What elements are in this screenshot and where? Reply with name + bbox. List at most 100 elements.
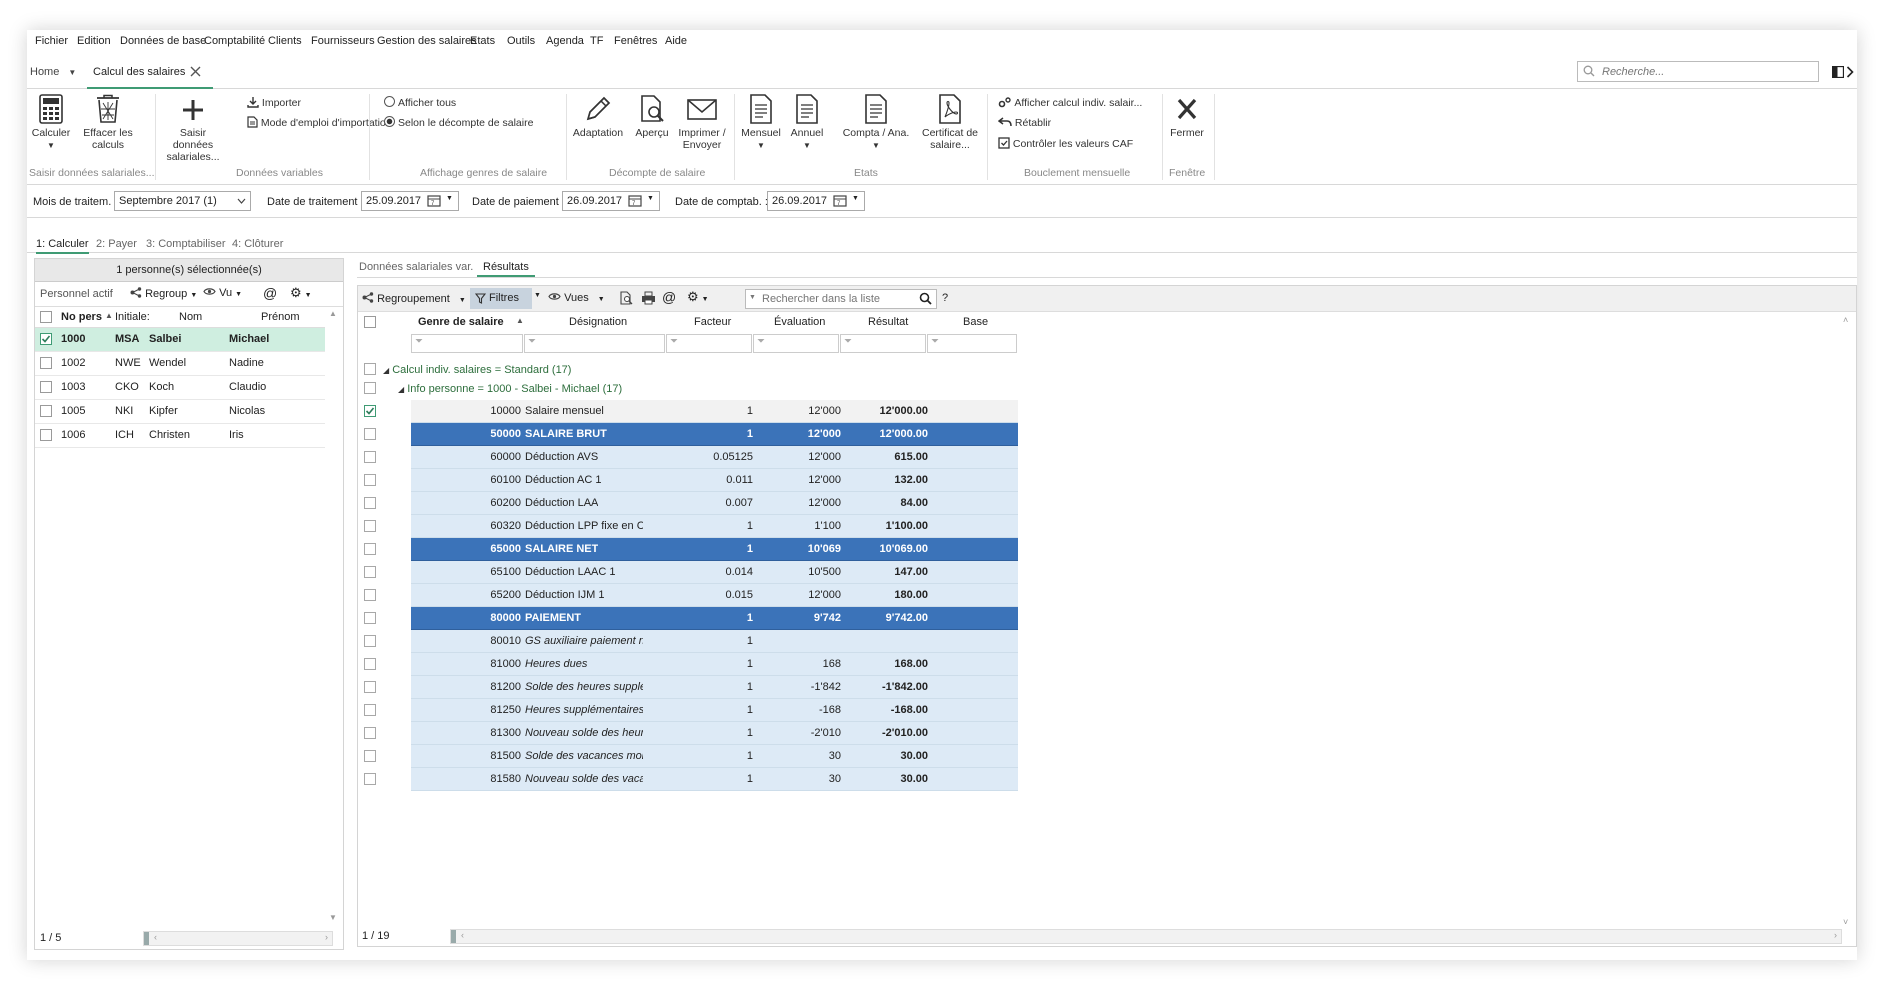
subtotal-row[interactable]: 50000 SALAIRE BRUT 1 12'000 12'000.00: [411, 423, 1018, 446]
results-h-scrollbar[interactable]: ‹ ›: [450, 929, 1842, 944]
window-layout-icon[interactable]: [1832, 66, 1844, 78]
search-icon[interactable]: [919, 292, 932, 305]
row-checkbox[interactable]: [364, 520, 376, 532]
email-icon[interactable]: @: [263, 285, 277, 301]
comptab-date-field[interactable]: 26.09.2017 7 ▼: [767, 191, 865, 211]
step-tab-cloturer[interactable]: 4: Clôturer: [232, 238, 283, 250]
tab-resultats[interactable]: Résultats: [477, 259, 535, 277]
row-checkbox[interactable]: [40, 357, 52, 369]
row-checkbox[interactable]: [364, 612, 376, 624]
chevron-down-icon[interactable]: ▼: [647, 195, 654, 202]
select-all-checkbox[interactable]: [40, 311, 52, 323]
email-icon[interactable]: @: [662, 289, 676, 305]
chevron-down-icon[interactable]: ▼: [446, 195, 453, 202]
imprimer-envoyer-button[interactable]: Imprimer / Envoyer: [677, 94, 727, 151]
table-row[interactable]: 81300 Nouveau solde des heures sup 1 -2'010…: [411, 722, 1018, 745]
employee-row[interactable]: 1006 ICH Christen Iris: [35, 424, 325, 448]
table-row[interactable]: 81000 Heures dues 1 168 168.00: [411, 653, 1018, 676]
column-header-genre[interactable]: Genre de salaire: [418, 316, 504, 328]
row-checkbox[interactable]: [40, 429, 52, 441]
row-checkbox[interactable]: [40, 381, 52, 393]
chevron-right-icon[interactable]: [1846, 66, 1854, 78]
column-header-initiales[interactable]: Initiale:: [115, 311, 150, 323]
close-icon[interactable]: [190, 66, 201, 77]
list-search[interactable]: ▼: [745, 289, 937, 309]
menu-fournisseurs[interactable]: Fournisseurs: [311, 35, 375, 47]
menu-donnees-de-base[interactable]: Données de base: [120, 35, 206, 47]
filter-cell-genre[interactable]: ⏷: [411, 334, 523, 353]
row-checkbox[interactable]: [364, 773, 376, 785]
row-checkbox[interactable]: [364, 681, 376, 693]
menu-edition[interactable]: Edition: [77, 35, 111, 47]
row-checkbox-checked[interactable]: [364, 405, 376, 417]
chevron-left-icon[interactable]: ‹: [154, 932, 157, 942]
employee-row[interactable]: 1005 NKI Kipfer Nicolas: [35, 400, 325, 424]
group-row-calcul[interactable]: ◢ Calcul indiv. salaires = Standard (17): [383, 364, 571, 376]
collapse-icon[interactable]: ◢: [383, 366, 389, 375]
row-checkbox[interactable]: [364, 704, 376, 716]
chevron-down-icon[interactable]: ▼: [534, 292, 541, 299]
menu-agenda[interactable]: Agenda: [546, 35, 584, 47]
row-checkbox[interactable]: [364, 474, 376, 486]
chevron-right-icon[interactable]: ›: [325, 932, 328, 942]
filter-cell-resultat[interactable]: ⏷: [840, 334, 926, 353]
table-row[interactable]: 65200 Déduction IJM 1 0.015 12'000 180.00: [411, 584, 1018, 607]
menu-fichier[interactable]: Fichier: [35, 35, 68, 47]
employee-row[interactable]: 1000 MSA Salbei Michael: [35, 328, 325, 352]
afficher-tous-radio[interactable]: Afficher tous: [384, 96, 456, 109]
row-checkbox[interactable]: [364, 658, 376, 670]
fermer-button[interactable]: Fermer: [1167, 94, 1207, 139]
traitement-date-field[interactable]: 25.09.2017 7 ▼: [361, 191, 459, 211]
column-header-resultat[interactable]: Résultat: [868, 316, 908, 328]
menu-comptabilite[interactable]: Comptabilité: [204, 35, 265, 47]
table-row[interactable]: 65100 Déduction LAAC 1 0.014 10'500 147.00: [411, 561, 1018, 584]
mois-select[interactable]: Septembre 2017 (1): [114, 191, 251, 211]
row-checkbox-checked[interactable]: [40, 333, 52, 345]
select-all-checkbox[interactable]: [364, 316, 376, 328]
row-checkbox[interactable]: [40, 405, 52, 417]
chevron-up-icon[interactable]: ˄: [1843, 315, 1848, 325]
table-row[interactable]: 60200 Déduction LAA 0.007 12'000 84.00: [411, 492, 1018, 515]
table-row[interactable]: 81500 Solde des vacances mois préc 1 30 30.0…: [411, 745, 1018, 768]
saisir-donnees-button[interactable]: Saisir données salariales...: [160, 94, 226, 163]
chevron-up-icon[interactable]: ▲: [329, 309, 337, 318]
employee-row[interactable]: 1003 CKO Koch Claudio: [35, 376, 325, 400]
print-icon[interactable]: [641, 291, 656, 305]
retablir-button[interactable]: Rétablir: [997, 116, 1051, 129]
results-scrollbar[interactable]: ˄ ˅: [1842, 313, 1855, 933]
personnel-filter[interactable]: Personnel actif: [40, 288, 113, 300]
afficher-calcul-button[interactable]: Afficher calcul indiv. salair...: [998, 96, 1142, 109]
calendar-icon[interactable]: 7: [628, 194, 642, 207]
table-row[interactable]: 81580 Nouveau solde des vacances 1 30 30.00: [411, 768, 1018, 791]
table-row[interactable]: 60100 Déduction AC 1 0.011 12'000 132.00: [411, 469, 1018, 492]
apercu-button[interactable]: Aperçu: [632, 94, 672, 139]
step-tab-calculer[interactable]: 1: Calculer: [36, 238, 89, 254]
menu-aide[interactable]: Aide: [665, 35, 687, 47]
compta-ana-button[interactable]: Compta / Ana. ▼: [841, 94, 911, 152]
step-tab-payer[interactable]: 2: Payer: [96, 238, 137, 250]
calculer-button[interactable]: Calculer ▼: [29, 94, 73, 152]
filtres-button[interactable]: Filtres: [470, 288, 532, 309]
paiement-date-field[interactable]: 26.09.2017 7 ▼: [562, 191, 660, 211]
chevron-left-icon[interactable]: ‹: [461, 930, 464, 940]
menu-clients[interactable]: Clients: [268, 35, 302, 47]
list-search-input[interactable]: [760, 291, 914, 307]
settings-icon[interactable]: ⚙ ▼: [290, 285, 312, 301]
table-row[interactable]: 81200 Solde des heures supplémenta 1 -1'842…: [411, 676, 1018, 699]
regroup-button[interactable]: Regroup ▼: [130, 287, 197, 300]
column-header-designation[interactable]: Désignation: [569, 316, 627, 328]
controler-caf-button[interactable]: Contrôler les valeurs CAF: [998, 136, 1133, 150]
help-icon[interactable]: ?: [942, 292, 948, 304]
settings-icon[interactable]: ⚙ ▼: [687, 289, 709, 305]
column-header-nom[interactable]: Nom: [179, 311, 202, 323]
effacer-calculs-button[interactable]: Effacer les calculs: [80, 94, 136, 151]
tab-home[interactable]: Home ▼: [30, 66, 76, 78]
importer-button[interactable]: Importer: [247, 96, 301, 109]
menu-outils[interactable]: Outils: [507, 35, 535, 47]
mensuel-button[interactable]: Mensuel ▼: [739, 94, 783, 152]
chevron-down-icon[interactable]: ▼: [68, 68, 76, 77]
filter-cell-base[interactable]: ⏷: [927, 334, 1017, 353]
global-search-input[interactable]: [1600, 63, 1814, 80]
global-search[interactable]: [1577, 61, 1819, 82]
menu-fenetres[interactable]: Fenêtres: [614, 35, 657, 47]
